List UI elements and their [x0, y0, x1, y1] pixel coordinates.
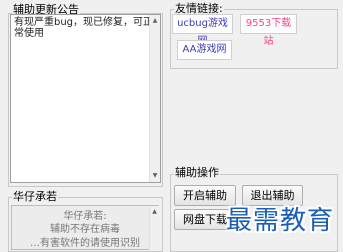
promise-title: 华仔承若 [12, 190, 58, 203]
promise-line-1: 华仔承若: [63, 211, 107, 222]
link-aa[interactable]: AA游戏网 [177, 40, 232, 60]
scroll-up-icon[interactable]: ▲ [150, 206, 159, 218]
link-9553[interactable]: 9553下载站 [240, 14, 297, 47]
promise-scrollbar[interactable]: ▲ [149, 206, 159, 250]
link-ucbug[interactable]: ucbug游戏网 [172, 14, 233, 47]
watermark-text: 最需教育 [226, 206, 335, 236]
scroll-down-icon[interactable]: ▼ [150, 170, 160, 182]
announcement-textarea[interactable]: 有现严重bug，现已修复，可正常使用 [10, 14, 161, 183]
announcement-text: 有现严重bug，现已修复，可正常使用 [14, 17, 154, 39]
promise-line-2: 辅助不存在病毒 [50, 224, 120, 235]
helper-ops-title: 辅助操作 [174, 166, 220, 179]
announcement-scrollbar[interactable]: ▲ ▼ [149, 15, 160, 182]
promise-textarea[interactable]: 华仔承若: 辅助不存在病毒 …有害软件的请使用识别 [11, 205, 159, 250]
promise-line-3: …有害软件的请使用识别 [30, 238, 140, 249]
scroll-up-icon[interactable]: ▲ [150, 15, 160, 27]
